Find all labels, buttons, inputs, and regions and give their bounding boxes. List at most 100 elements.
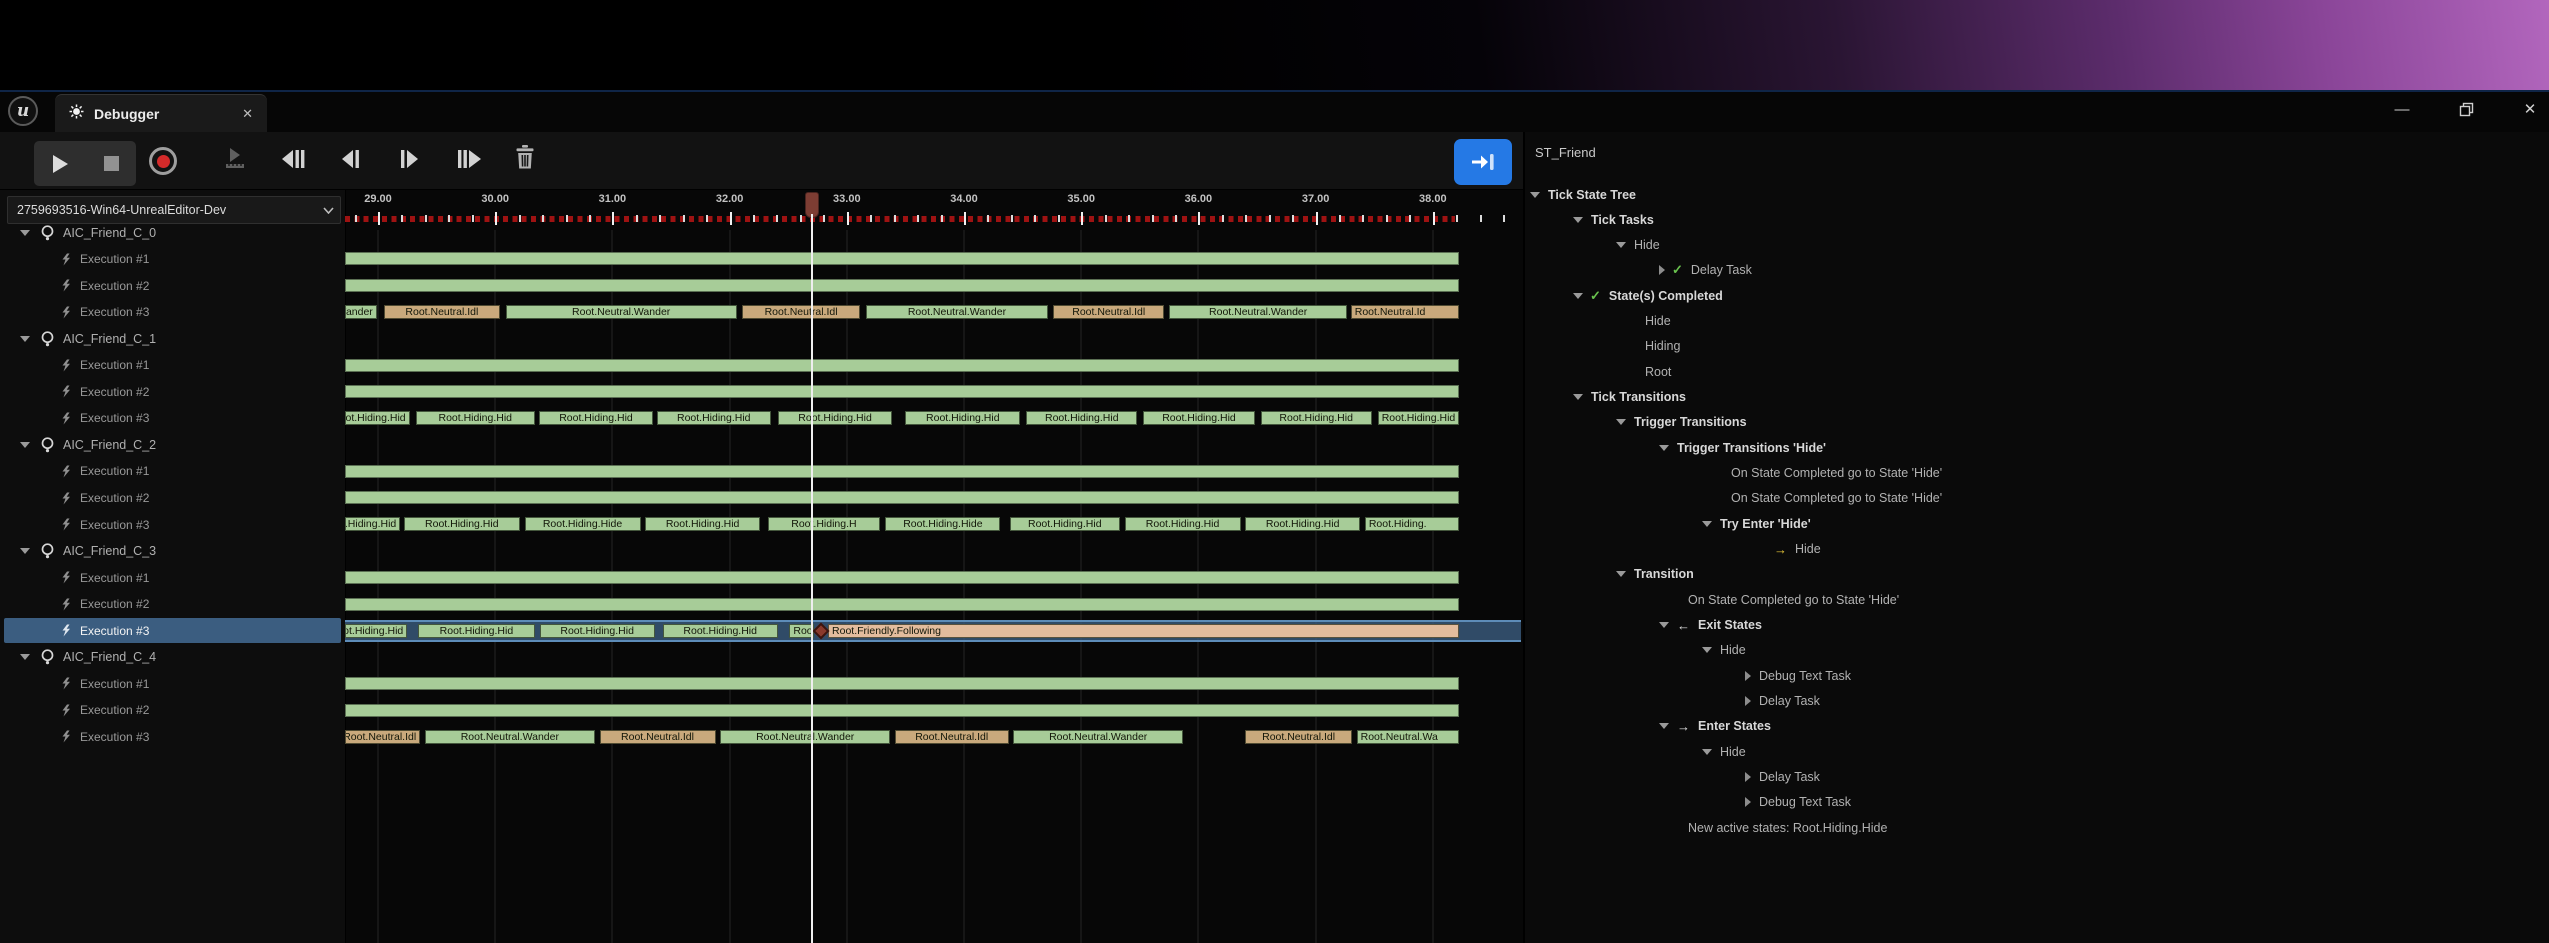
expand-arrow-icon[interactable] [20, 230, 30, 236]
st-tree-row[interactable]: ✓Delay Task [1523, 258, 2549, 283]
state-segment[interactable]: Root.Neutral.Wander [345, 305, 377, 319]
execution-row[interactable]: Execution #1 [0, 247, 345, 272]
stop-button[interactable] [103, 155, 120, 172]
clear-trash-button[interactable] [514, 144, 536, 170]
step-into-frame-button[interactable] [222, 145, 248, 171]
state-segment[interactable]: Root.Hiding.Hid [645, 517, 760, 531]
st-tree-row[interactable]: Debug Text Task [1523, 663, 2549, 688]
instance-row[interactable]: AIC_Friend_C_2 [0, 432, 345, 457]
st-tree-row[interactable]: Delay Task [1523, 765, 2549, 790]
execution-row[interactable]: Execution #3 [4, 618, 341, 643]
close-button[interactable]: ✕ [2520, 99, 2540, 119]
state-segment[interactable]: Root.Hiding.Hid [1378, 411, 1459, 425]
st-tree-row[interactable]: Tick Tasks [1523, 207, 2549, 232]
execution-activity-bar[interactable] [345, 598, 1458, 611]
state-segment[interactable]: Root.Hiding.Hid [1143, 411, 1254, 425]
execution-activity-bar[interactable] [345, 677, 1458, 690]
expand-arrow-icon[interactable] [1573, 217, 1583, 223]
instance-row[interactable]: AIC_Friend_C_3 [0, 539, 345, 564]
expand-arrow-icon[interactable] [1745, 797, 1751, 807]
state-segment[interactable]: Root.Neutral.Id [1351, 305, 1459, 319]
st-tree-row[interactable]: Hiding [1523, 334, 2549, 359]
state-segment[interactable]: Root.Neutral.Idl [895, 730, 1009, 744]
state-segment[interactable]: Root.Neutral.Wander [1169, 305, 1347, 319]
execution-activity-bar[interactable] [345, 252, 1458, 265]
state-segment[interactable]: Root.Hiding.Hid [345, 517, 400, 531]
st-tree-row[interactable]: →Enter States [1523, 714, 2549, 739]
state-segment[interactable]: Root.Neutral.Idl [1053, 305, 1164, 319]
expand-arrow-icon[interactable] [20, 442, 30, 448]
instance-row[interactable]: AIC_Friend_C_1 [0, 326, 345, 351]
execution-row[interactable]: Execution #3 [0, 406, 345, 431]
state-segment[interactable]: Root.Hiding.Hid [345, 411, 409, 425]
expand-arrow-icon[interactable] [1659, 265, 1665, 275]
execution-row[interactable]: Execution #1 [0, 459, 345, 484]
execution-activity-bar[interactable] [345, 704, 1458, 717]
expand-arrow-icon[interactable] [1702, 749, 1712, 755]
expand-arrow-icon[interactable] [1616, 242, 1626, 248]
st-tree-row[interactable]: Tick State Tree [1523, 182, 2549, 207]
follow-latest-button[interactable] [1454, 139, 1512, 185]
restore-button[interactable] [2456, 99, 2476, 119]
state-segment[interactable]: Root.Hiding.Hid [663, 624, 778, 638]
state-segment[interactable]: Root.Hiding.Hid [540, 624, 655, 638]
st-tree-row[interactable]: Debug Text Task [1523, 790, 2549, 815]
expand-arrow-icon[interactable] [1702, 647, 1712, 653]
st-tree-row[interactable]: On State Completed go to State 'Hide' [1523, 587, 2549, 612]
st-tree-row[interactable]: On State Completed go to State 'Hide' [1523, 486, 2549, 511]
execution-row[interactable]: Execution #3 [0, 512, 345, 537]
timeline-body[interactable]: Root.Neutral.Wander Root.Neutral.Idl Root.… [345, 219, 1523, 943]
expand-arrow-icon[interactable] [1745, 772, 1751, 782]
st-tree-row[interactable]: Hide [1523, 638, 2549, 663]
expand-arrow-icon[interactable] [20, 548, 30, 554]
step-forward-double-button[interactable] [457, 148, 483, 170]
execution-row[interactable]: Execution #2 [0, 592, 345, 617]
state-segment[interactable]: Root.Hiding.Hid [416, 411, 536, 425]
state-segment[interactable]: Root.Neutral.Wander [720, 730, 890, 744]
expand-arrow-icon[interactable] [1530, 192, 1540, 198]
st-tree-row[interactable]: Trigger Transitions [1523, 410, 2549, 435]
expand-arrow-icon[interactable] [1659, 622, 1669, 628]
state-segment[interactable]: Root.Hiding.Hid [1261, 411, 1372, 425]
state-segment[interactable]: Root.Hiding.Hid [539, 411, 654, 425]
execution-row[interactable]: Execution #1 [0, 565, 345, 590]
expand-arrow-icon[interactable] [20, 654, 30, 660]
expand-arrow-icon[interactable] [1659, 723, 1669, 729]
state-segment[interactable]: Root.Neutral.Wander [866, 305, 1049, 319]
execution-row[interactable]: Execution #2 [0, 698, 345, 723]
st-tree-row[interactable]: Trigger Transitions 'Hide' [1523, 435, 2549, 460]
execution-activity-bar[interactable] [345, 571, 1458, 584]
st-tree-row[interactable]: On State Completed go to State 'Hide' [1523, 461, 2549, 486]
execution-activity-bar[interactable] [345, 279, 1458, 292]
play-button[interactable] [50, 153, 70, 175]
expand-arrow-icon[interactable] [1573, 394, 1583, 400]
st-tree-row[interactable]: →Hide [1523, 537, 2549, 562]
step-forward-button[interactable] [400, 148, 420, 170]
expand-arrow-icon[interactable] [1573, 293, 1583, 299]
state-segment[interactable]: Root.Friendly.Following [828, 624, 1459, 638]
state-segment[interactable]: Root.Hiding.Hid [1245, 517, 1360, 531]
instance-row[interactable]: AIC_Friend_C_0 [0, 220, 345, 245]
state-segment[interactable]: Root.Hiding.Hid [345, 624, 407, 638]
execution-row[interactable]: Execution #1 [0, 353, 345, 378]
st-tree-row[interactable]: Hide [1523, 309, 2549, 334]
st-tree-row[interactable]: ←Exit States [1523, 613, 2549, 638]
expand-arrow-icon[interactable] [20, 336, 30, 342]
expand-arrow-icon[interactable] [1616, 571, 1626, 577]
state-segment[interactable]: Root.Hiding.H [768, 517, 879, 531]
state-segment[interactable]: Root.Neutral.Idl [742, 305, 859, 319]
step-back-button[interactable] [340, 148, 360, 170]
state-segment[interactable]: Root.Hiding.Hid [657, 411, 771, 425]
st-tree-row[interactable]: ✓State(s) Completed [1523, 283, 2549, 308]
state-segment[interactable]: Root.Neutral.Idl [1245, 730, 1352, 744]
expand-arrow-icon[interactable] [1659, 445, 1669, 451]
expand-arrow-icon[interactable] [1616, 419, 1626, 425]
state-segment[interactable]: Root.Hiding.Hide [885, 517, 1000, 531]
st-tree-row[interactable]: Root [1523, 359, 2549, 384]
state-segment[interactable]: Root.Neutral.Idl [384, 305, 500, 319]
expand-arrow-icon[interactable] [1745, 696, 1751, 706]
st-tree-row[interactable]: Tick Transitions [1523, 385, 2549, 410]
state-segment[interactable]: Root.Hiding.Hid [778, 411, 893, 425]
state-segment[interactable]: Root.Hiding.Hid [404, 517, 520, 531]
state-segment[interactable]: Root.Neutral.Wander [425, 730, 595, 744]
